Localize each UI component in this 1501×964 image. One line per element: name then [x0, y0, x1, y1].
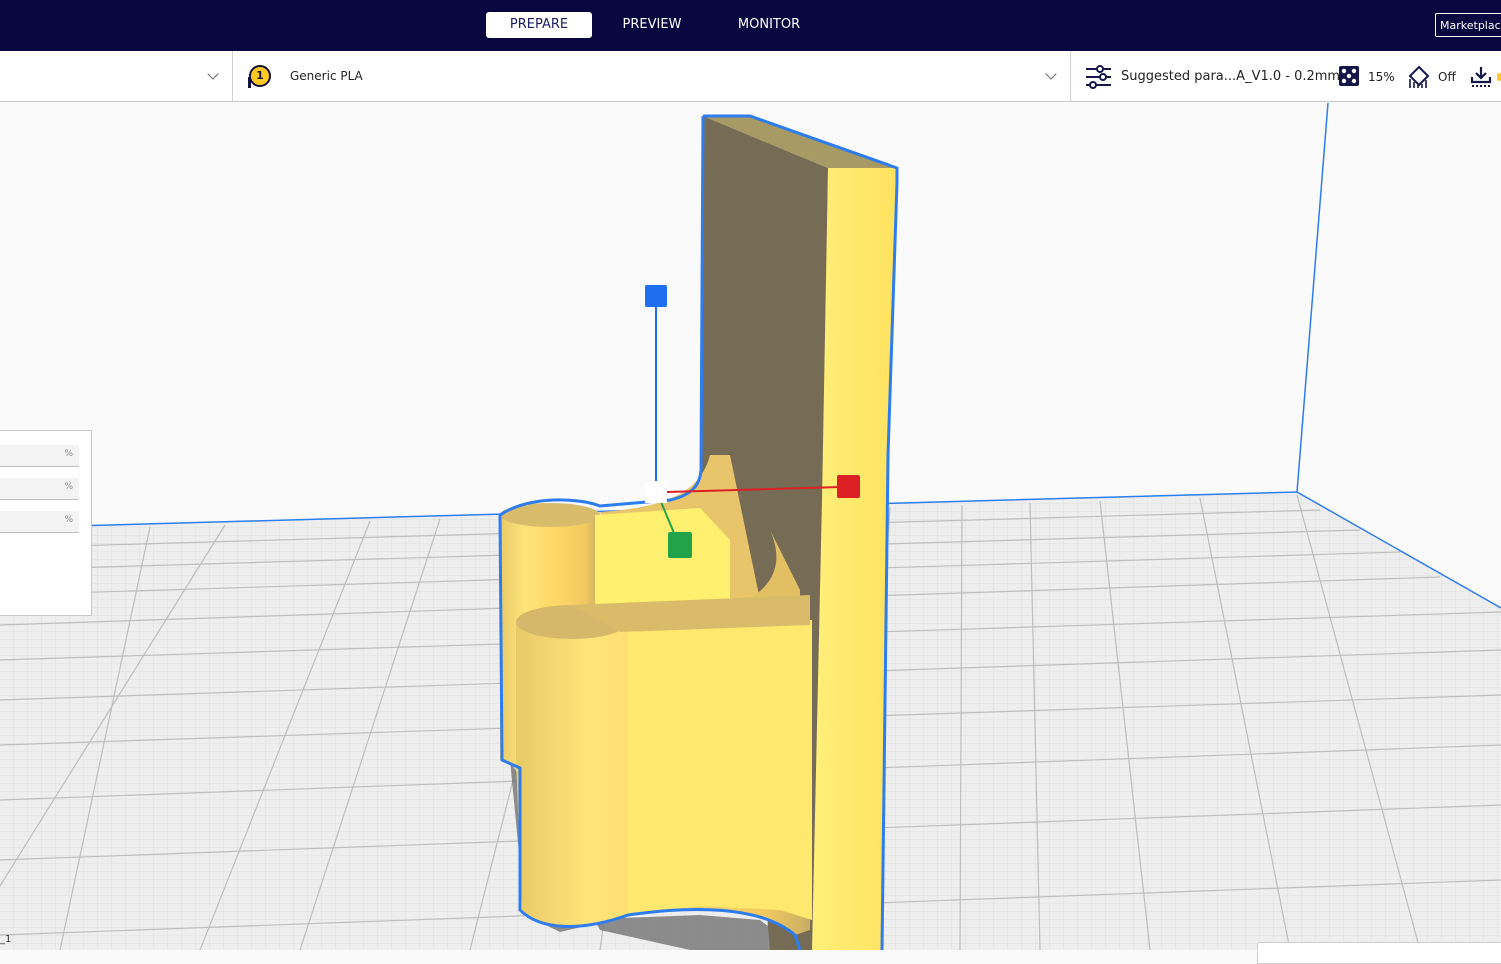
- tab-monitor[interactable]: MONITOR: [716, 12, 822, 38]
- scale-x-percent-field[interactable]: %: [0, 445, 79, 467]
- percent-unit: %: [64, 482, 73, 492]
- infill-value: 15%: [1368, 70, 1395, 84]
- object-name-label: _1: [0, 934, 12, 945]
- chevron-down-icon[interactable]: [207, 68, 219, 80]
- chevron-down-icon[interactable]: [1045, 68, 1057, 80]
- scale-tool-panel: % % %: [0, 430, 92, 616]
- infill-icon: [1339, 66, 1359, 86]
- support-icon: [1408, 65, 1430, 88]
- adhesion-icon: [1470, 67, 1492, 87]
- printer-selector[interactable]: [0, 51, 233, 102]
- x-axis-handle[interactable]: [837, 475, 860, 498]
- scale-z-percent-field[interactable]: %: [0, 511, 79, 533]
- y-axis-handle[interactable]: [668, 532, 692, 558]
- support-value: Off: [1438, 70, 1456, 84]
- profile-name: Suggested para...A_V1.0 - 0.2mm: [1121, 69, 1341, 84]
- percent-unit: %: [64, 449, 73, 459]
- material-name: Generic PLA: [290, 69, 363, 83]
- print-setup-header: 1 Generic PLA Suggested para...A_V1.0 - …: [0, 50, 1501, 102]
- adhesion-indicator: [1497, 73, 1501, 81]
- marketplace-button[interactable]: Marketplace: [1435, 13, 1501, 37]
- z-axis-handle[interactable]: [645, 285, 667, 307]
- stage-menu-bar: PREPARE PREVIEW MONITOR Marketplace: [0, 0, 1501, 50]
- material-selector[interactable]: 1 Generic PLA: [233, 51, 1071, 102]
- tab-preview[interactable]: PREVIEW: [600, 12, 704, 38]
- scale-y-percent-field[interactable]: %: [0, 478, 79, 500]
- extruder-badge: 1: [248, 65, 271, 88]
- tab-prepare[interactable]: PREPARE: [486, 12, 592, 38]
- build-volume-scene[interactable]: [0, 102, 1501, 950]
- percent-unit: %: [64, 515, 73, 525]
- gizmo-center[interactable]: [645, 481, 667, 503]
- sliders-icon: [1086, 65, 1111, 89]
- print-settings-selector[interactable]: Suggested para...A_V1.0 - 0.2mm 15% Off: [1071, 51, 1501, 102]
- action-panel: [1257, 942, 1501, 964]
- 3d-viewport[interactable]: [0, 102, 1501, 950]
- 3d-model[interactable]: [498, 114, 899, 950]
